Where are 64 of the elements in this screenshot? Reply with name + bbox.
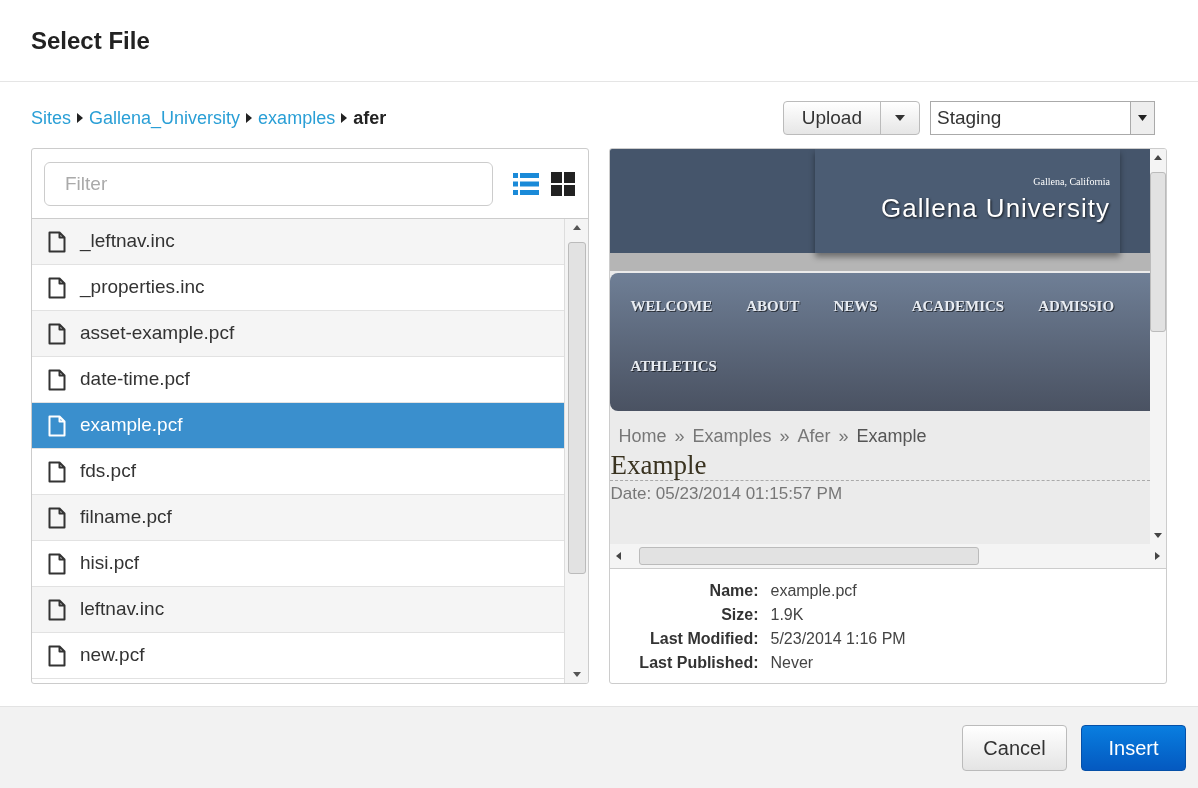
detail-value: 1.9K bbox=[770, 605, 805, 625]
nav-link[interactable]: NEWS bbox=[833, 295, 878, 355]
detail-label: Name: bbox=[708, 581, 759, 601]
breadcrumb-current: afer bbox=[353, 106, 387, 130]
file-row[interactable]: leftnav.inc bbox=[32, 587, 565, 633]
filter-field[interactable]: Filter bbox=[44, 161, 494, 206]
document-icon bbox=[48, 276, 66, 299]
detail-label: Last Modified: bbox=[649, 629, 759, 649]
breadcrumb-current: Example bbox=[856, 425, 927, 448]
breadcrumb-separator: » bbox=[674, 425, 685, 448]
breadcrumb-link[interactable]: Gallena_University bbox=[89, 104, 241, 132]
detail-value: Never bbox=[770, 653, 815, 673]
chevron-icon bbox=[246, 113, 253, 123]
list-view-icon[interactable] bbox=[513, 171, 540, 196]
nav-link[interactable]: ABOUT bbox=[746, 295, 800, 355]
scrollbar[interactable] bbox=[564, 219, 589, 683]
file-row[interactable]: filname.pcf bbox=[32, 495, 565, 541]
breadcrumb-link[interactable]: Home bbox=[618, 423, 667, 450]
breadcrumb-link[interactable]: examples bbox=[258, 104, 336, 132]
detail-label: Size: bbox=[720, 605, 759, 625]
scroll-up-icon[interactable] bbox=[1154, 155, 1162, 160]
document-icon bbox=[48, 322, 66, 345]
scroll-up-icon[interactable] bbox=[573, 225, 581, 230]
file-row[interactable]: asset-example.pcf bbox=[32, 311, 565, 357]
breadcrumb-link[interactable]: Examples bbox=[692, 423, 772, 450]
nav-link[interactable]: ADMISSIO bbox=[1038, 295, 1115, 355]
document-icon bbox=[48, 230, 66, 253]
insert-button[interactable]: Insert bbox=[1081, 724, 1186, 771]
scroll-right-icon[interactable] bbox=[1155, 552, 1160, 560]
caret-icon bbox=[1138, 115, 1147, 121]
caret-icon bbox=[895, 115, 905, 121]
document-icon bbox=[48, 506, 66, 529]
breadcrumb-separator: » bbox=[779, 425, 790, 448]
nav-link[interactable]: ATHLETICS bbox=[630, 355, 717, 415]
detail-label: Last Published: bbox=[638, 653, 759, 673]
file-row[interactable]: example.pcf bbox=[32, 403, 565, 449]
dialog-title: Select File bbox=[31, 25, 150, 56]
scrollbar[interactable] bbox=[610, 544, 1166, 568]
detail-value: example.pcf bbox=[770, 581, 858, 601]
document-icon bbox=[48, 460, 66, 483]
scroll-down-icon[interactable] bbox=[573, 672, 581, 677]
breadcrumb-link[interactable]: Sites bbox=[31, 104, 72, 132]
breadcrumb-separator: » bbox=[838, 425, 849, 448]
scrollbar[interactable] bbox=[1150, 149, 1166, 544]
scroll-down-icon[interactable] bbox=[1154, 533, 1162, 538]
site-location: Gallena, California bbox=[1033, 175, 1110, 189]
scroll-left-icon[interactable] bbox=[616, 552, 622, 560]
file-row[interactable]: _leftnav.inc bbox=[32, 219, 565, 265]
chevron-icon bbox=[341, 113, 348, 123]
site-name: Gallena University bbox=[881, 192, 1110, 225]
nav-link[interactable]: ACADEMICS bbox=[911, 295, 1005, 355]
chevron-icon bbox=[77, 113, 84, 123]
document-icon bbox=[48, 414, 66, 437]
nav-link[interactable]: WELCOME bbox=[630, 295, 713, 355]
page-date: Date: 05/23/2014 01:15:57 PM bbox=[610, 483, 844, 505]
environment-select[interactable]: Staging bbox=[930, 101, 1155, 135]
cancel-button[interactable]: Cancel bbox=[962, 724, 1067, 771]
detail-value: 5/23/2014 1:16 PM bbox=[770, 629, 907, 649]
breadcrumb-link[interactable]: Afer bbox=[797, 423, 831, 450]
document-icon bbox=[48, 644, 66, 667]
document-icon bbox=[48, 552, 66, 575]
grid-view-icon[interactable] bbox=[551, 171, 577, 196]
document-icon bbox=[48, 598, 66, 621]
document-icon bbox=[48, 368, 66, 391]
